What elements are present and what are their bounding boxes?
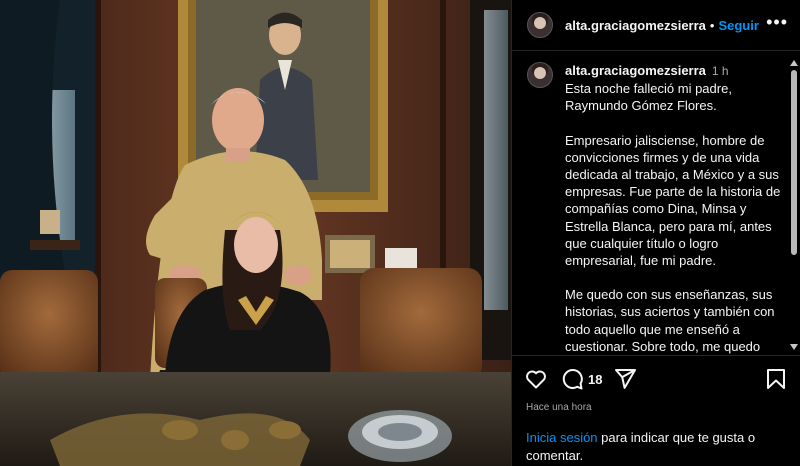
caption-paragraph: Empresario jalisciense, hombre de convic… [565,132,784,270]
caption-username[interactable]: alta.graciagomezsierra [565,63,706,78]
login-prompt: Inicia sesión para indicar que te gusta … [526,429,788,465]
bookmark-icon[interactable] [764,367,788,391]
post-photo[interactable] [0,0,511,466]
caption-body: alta.graciagomezsierra 1 h Esta noche fal… [565,62,784,354]
caption-paragraph: alta.graciagomezsierra 1 h Esta noche fal… [565,62,784,115]
comment-icon[interactable] [560,367,584,391]
share-icon[interactable] [613,367,637,391]
action-buttons: 18 [524,366,788,392]
post-header: alta.graciagomezsierra • Seguir ••• [512,0,800,51]
post-sidebar: alta.graciagomezsierra • Seguir ••• alta… [511,0,800,466]
post-time: Hace una hora [526,402,592,413]
caption-text-1: Esta noche falleció mi padre, Raymundo G… [565,81,736,114]
scroll-thumb[interactable] [791,70,797,255]
caption: alta.graciagomezsierra 1 h Esta noche fal… [527,62,784,354]
photo-illustration [0,0,511,466]
more-options-icon[interactable]: ••• [766,13,788,33]
comment-count: 18 [588,371,603,387]
heart-icon[interactable] [524,367,548,391]
scroll-down-arrow-icon[interactable] [790,344,798,350]
follow-button[interactable]: Seguir [718,18,758,33]
caption-text-2: Empresario jalisciense, hombre de convic… [565,132,784,269]
login-link[interactable]: Inicia sesión [526,430,598,445]
header-username[interactable]: alta.graciagomezsierra [565,18,706,33]
caption-area[interactable]: alta.graciagomezsierra 1 h Esta noche fal… [512,52,800,354]
caption-paragraph: Me quedo con sus enseñanzas, sus histori… [565,286,784,354]
scroll-up-arrow-icon[interactable] [790,60,798,66]
avatar[interactable] [527,12,553,38]
header-separator: • [709,17,715,33]
instagram-post: alta.graciagomezsierra • Seguir ••• alta… [0,0,800,466]
caption-text-3: Me quedo con sus enseñanzas, sus histori… [565,287,775,354]
caption-avatar[interactable] [527,62,553,88]
caption-scrollbar[interactable] [790,60,798,350]
caption-time: 1 h [711,64,729,78]
actions-bar: 18 Hace una hora [512,355,800,413]
